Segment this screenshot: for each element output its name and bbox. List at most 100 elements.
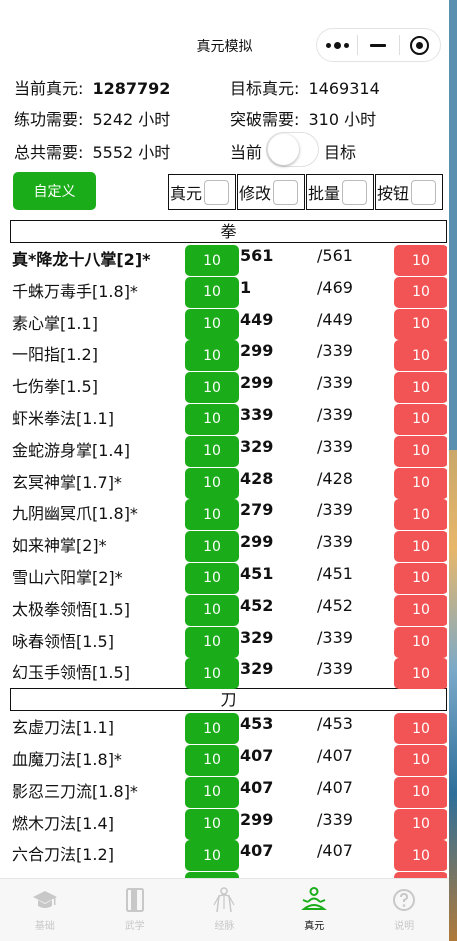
skill-max-level: /469 bbox=[317, 277, 353, 297]
subtract-10-button[interactable]: 10 bbox=[394, 276, 447, 308]
subtract-10-button[interactable]: 10 bbox=[394, 744, 447, 776]
add-10-button[interactable]: 10 bbox=[185, 744, 239, 776]
tab-martial-label: 武学 bbox=[124, 921, 145, 932]
custom-button[interactable]: 自定义 bbox=[13, 172, 96, 210]
total-required-label: 总共需要: bbox=[14, 143, 84, 162]
skill-name: 千蛛万毒手[1.8]* bbox=[12, 281, 138, 301]
skill-max-level: /449 bbox=[317, 309, 353, 329]
option-zhenyuan-checkbox[interactable] bbox=[204, 179, 230, 205]
tab-martial[interactable]: 武学 bbox=[90, 879, 180, 941]
skill-row: 燃木刀法[1.4] 10 299/339 10 bbox=[10, 807, 447, 840]
current-target-switch[interactable] bbox=[266, 132, 319, 167]
option-modify[interactable]: 修改 bbox=[237, 174, 305, 210]
add-10-button[interactable]: 10 bbox=[185, 308, 239, 340]
add-10-button[interactable]: 10 bbox=[185, 594, 239, 626]
subtract-10-button[interactable]: 10 bbox=[394, 403, 447, 435]
app-window: 真元模拟 当前真元: 1287792 目标真元: 1469314 练功需要: 5… bbox=[0, 0, 449, 941]
tab-help[interactable]: 说明 bbox=[359, 879, 449, 941]
skill-row: 真*降龙十八掌[2]* 10 561/561 10 bbox=[10, 243, 447, 276]
skill-name: 雪山六阳掌[2]* bbox=[12, 567, 123, 587]
skill-name: 一阳指[1.2] bbox=[12, 345, 98, 365]
subtract-10-button[interactable]: 10 bbox=[394, 713, 447, 745]
tab-meridian-label: 经脉 bbox=[214, 921, 235, 932]
add-10-button[interactable]: 10 bbox=[185, 499, 239, 531]
subtract-10-button[interactable]: 10 bbox=[394, 372, 447, 404]
option-batch[interactable]: 批量 bbox=[306, 174, 374, 210]
tab-basic-label: 基础 bbox=[34, 921, 55, 932]
subtract-10-button[interactable]: 10 bbox=[394, 840, 447, 872]
tab-zhenyuan-label: 真元 bbox=[304, 921, 325, 932]
subtract-10-button[interactable]: 10 bbox=[394, 245, 447, 276]
option-zhenyuan-label: 真元 bbox=[170, 184, 203, 203]
add-10-button[interactable]: 10 bbox=[185, 340, 239, 372]
add-10-button[interactable]: 10 bbox=[185, 562, 239, 594]
skill-row: 素心掌[1.1] 10 449/449 10 bbox=[10, 307, 447, 340]
add-10-button[interactable]: 10 bbox=[185, 840, 239, 872]
add-10-button[interactable]: 10 bbox=[185, 713, 239, 745]
add-10-button[interactable]: 10 bbox=[185, 626, 239, 658]
skill-list[interactable]: 拳真*降龙十八掌[2]* 10 561/561 10 千蛛万毒手[1.8]* 10 1/46… bbox=[10, 220, 447, 878]
add-10-button[interactable]: 10 bbox=[185, 403, 239, 435]
skill-current-level: 407 bbox=[240, 777, 274, 797]
switch-knob bbox=[268, 134, 299, 165]
skill-row: 七伤拳[1.5] 10 299/339 10 bbox=[10, 370, 447, 404]
add-10-button[interactable]: 10 bbox=[185, 808, 239, 840]
tab-basic[interactable]: 基础 bbox=[0, 879, 90, 941]
train-required-label: 练功需要: bbox=[14, 110, 84, 129]
add-10-button[interactable]: 10 bbox=[185, 276, 239, 308]
subtract-10-button[interactable]: 10 bbox=[394, 340, 447, 372]
add-10-button[interactable]: 10 bbox=[185, 531, 239, 563]
skill-row: 咏春领悟[1.5] 10 329/339 10 bbox=[10, 625, 447, 658]
skill-current-level: 561 bbox=[240, 246, 274, 265]
subtract-10-button[interactable]: 10 bbox=[394, 594, 447, 626]
navbar: 真元模拟 bbox=[0, 0, 449, 64]
subtract-10-button[interactable]: 10 bbox=[394, 776, 447, 808]
option-button-checkbox[interactable] bbox=[411, 179, 437, 205]
add-10-button[interactable]: 10 bbox=[185, 658, 239, 690]
meditation-icon bbox=[301, 887, 328, 913]
minimize-button[interactable] bbox=[358, 29, 398, 61]
option-button[interactable]: 按钮 bbox=[375, 174, 443, 210]
train-required: 练功需要: 5242 小时 bbox=[14, 106, 170, 130]
close-button[interactable] bbox=[400, 29, 440, 61]
subtract-10-button[interactable]: 10 bbox=[394, 562, 447, 594]
add-10-button[interactable]: 10 bbox=[185, 372, 239, 404]
skill-current-level: 452 bbox=[240, 595, 274, 615]
subtract-10-button[interactable]: 10 bbox=[394, 467, 447, 499]
skill-max-level: /339 bbox=[317, 809, 353, 829]
skill-row: 影忍三刀流[1.8]* 10 407/407 10 bbox=[10, 775, 447, 808]
skill-row: 1010 bbox=[10, 870, 447, 878]
skill-max-level: /407 bbox=[317, 745, 353, 765]
add-10-button[interactable]: 10 bbox=[185, 245, 239, 276]
subtract-10-button[interactable]: 10 bbox=[394, 308, 447, 340]
option-batch-label: 批量 bbox=[308, 184, 341, 203]
target-zhenyuan-label: 目标真元: bbox=[230, 79, 300, 98]
subtract-10-button[interactable]: 10 bbox=[394, 808, 447, 840]
skill-max-level: /339 bbox=[317, 341, 353, 361]
subtract-10-button[interactable]: 10 bbox=[394, 499, 447, 531]
subtract-10-button[interactable]: 10 bbox=[394, 626, 447, 658]
option-zhenyuan[interactable]: 真元 bbox=[168, 174, 236, 210]
skill-row: 血魔刀法[1.8]* 10 407/407 10 bbox=[10, 743, 447, 776]
subtract-10-button[interactable]: 10 bbox=[394, 435, 447, 467]
add-10-button[interactable]: 10 bbox=[185, 435, 239, 467]
target-zhenyuan: 目标真元: 1469314 bbox=[230, 75, 380, 99]
subtract-10-button[interactable]: 10 bbox=[394, 658, 447, 690]
subtract-10-button[interactable]: 10 bbox=[394, 531, 447, 563]
add-10-button[interactable]: 10 bbox=[185, 776, 239, 808]
total-required-value: 5552 小时 bbox=[92, 143, 171, 162]
tab-meridian[interactable]: 经脉 bbox=[180, 879, 270, 941]
tab-zhenyuan[interactable]: 真元 bbox=[269, 879, 359, 941]
skill-max-level: /339 bbox=[317, 404, 353, 424]
skill-max-level: /407 bbox=[317, 777, 353, 797]
train-required-value: 5242 小时 bbox=[92, 110, 171, 129]
skill-name: 虾米拳法[1.1] bbox=[12, 408, 114, 428]
skill-current-level: 449 bbox=[240, 309, 274, 329]
skill-name: 幻玉手领悟[1.5] bbox=[12, 663, 130, 683]
add-10-button[interactable]: 10 bbox=[185, 467, 239, 499]
option-modify-checkbox[interactable] bbox=[273, 179, 299, 205]
toggle-right-label: 目标 bbox=[324, 143, 357, 162]
more-button[interactable] bbox=[317, 29, 357, 61]
option-batch-checkbox[interactable] bbox=[342, 179, 368, 205]
skill-name: 血魔刀法[1.8]* bbox=[12, 749, 122, 769]
